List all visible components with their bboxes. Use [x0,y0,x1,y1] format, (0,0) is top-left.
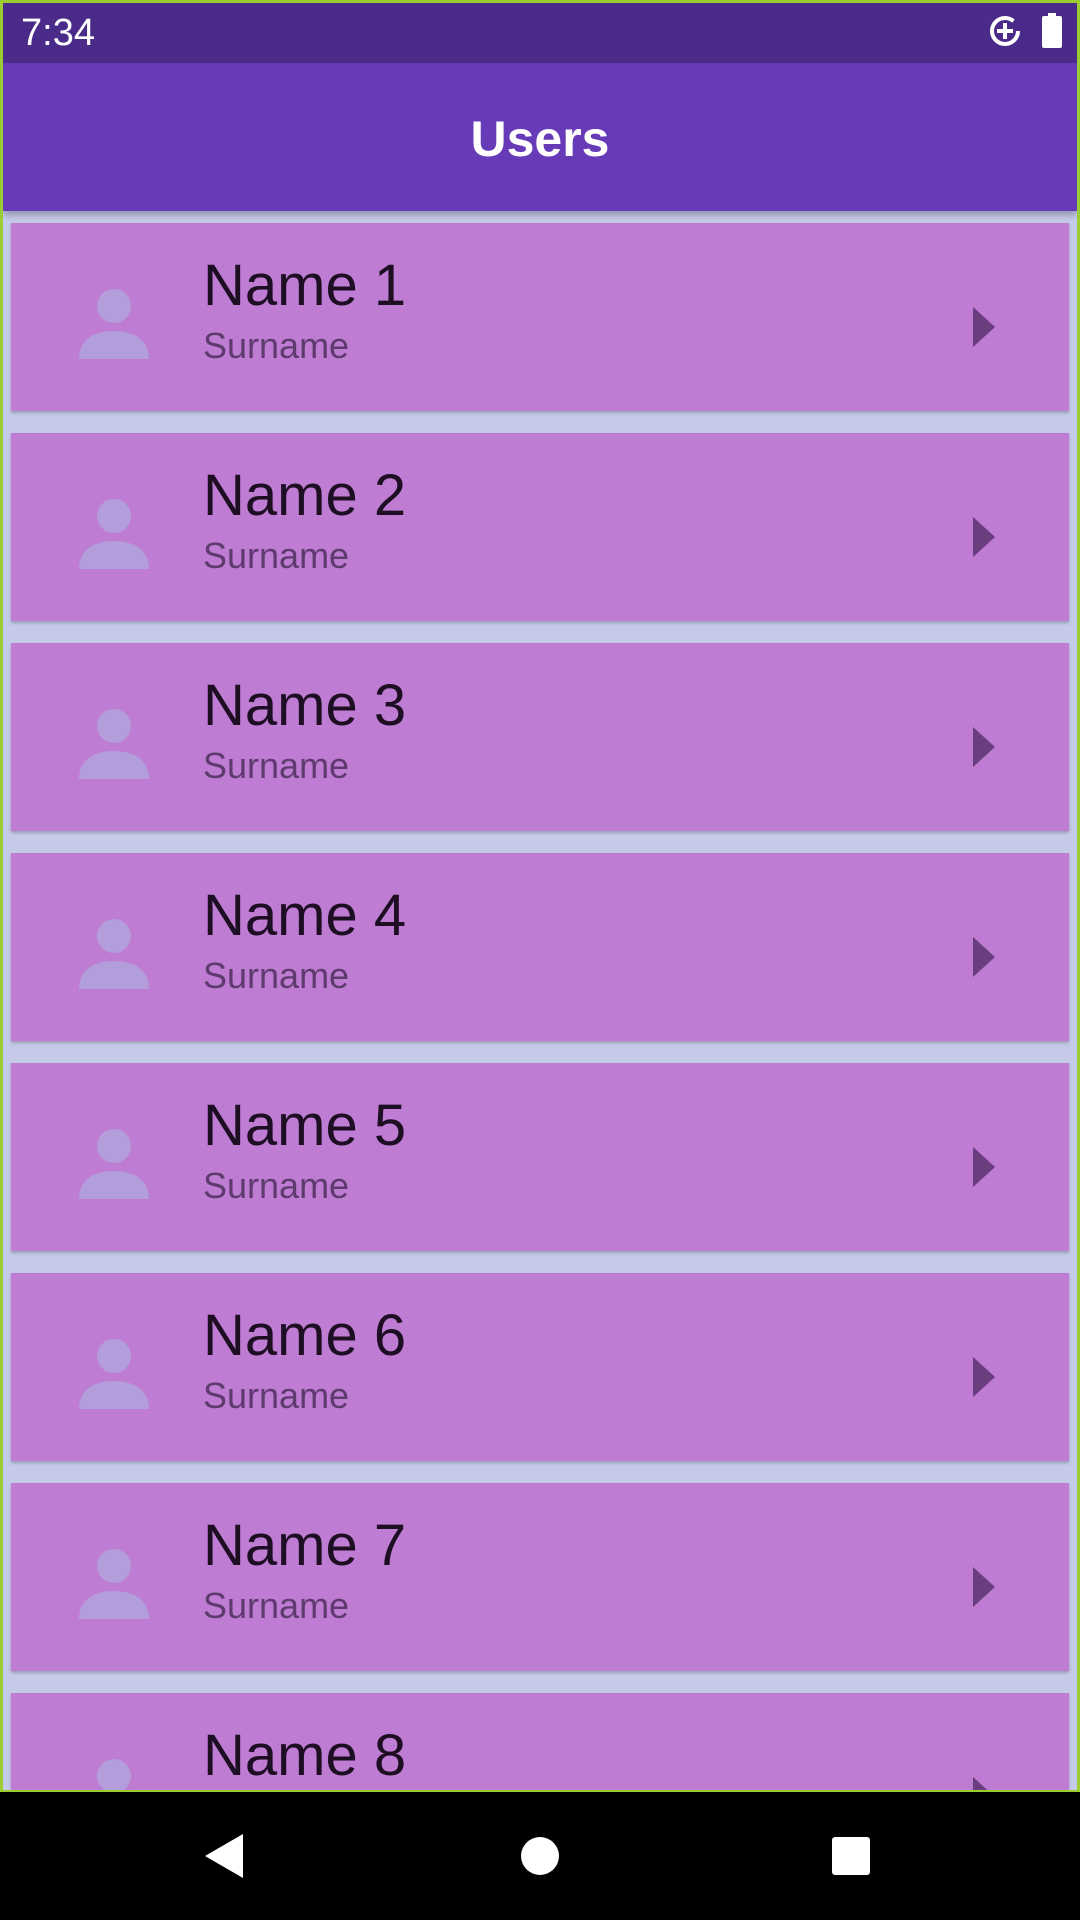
user-name: Name 1 [203,253,407,318]
person-icon [79,289,149,359]
status-bar: 7:34 [3,3,1077,63]
app-area: 7:34 Users Name 1 Surname Name 2 Surname… [0,0,1080,1792]
back-icon [205,1834,243,1878]
back-button[interactable] [197,1828,253,1884]
user-list-item[interactable]: Name 6 Surname [11,1273,1069,1461]
user-name: Name 8 [203,1723,407,1788]
chevron-right-icon[interactable] [971,725,997,769]
person-icon [79,1129,149,1199]
user-name: Name 3 [203,673,407,738]
person-icon [79,709,149,779]
user-name: Name 6 [203,1303,407,1368]
chevron-right-icon[interactable] [971,1145,997,1189]
data-saver-icon [987,13,1023,54]
user-name: Name 7 [203,1513,407,1578]
user-surname: Surname [203,745,350,786]
user-name: Name 2 [203,463,407,528]
navigation-bar [0,1792,1080,1920]
user-surname: Surname [203,1165,350,1206]
user-list-item[interactable]: Name 5 Surname [11,1063,1069,1251]
person-icon [97,1759,131,1790]
user-list-item[interactable]: Name 4 Surname [11,853,1069,1041]
user-surname: Surname [203,535,350,576]
user-name: Name 4 [203,883,407,948]
recents-button[interactable] [823,1828,879,1884]
person-icon [79,919,149,989]
home-button[interactable] [512,1828,568,1884]
chevron-right-icon[interactable] [971,1775,997,1792]
user-list-item[interactable]: Name 2 Surname [11,433,1069,621]
user-surname: Surname [203,955,350,996]
chevron-right-icon[interactable] [971,935,997,979]
user-list[interactable]: Name 1 Surname Name 2 Surname Name 3 Surname N… [3,211,1077,1792]
user-list-item[interactable]: Name 8Surname [11,1693,1069,1792]
status-time: 7:34 [21,12,95,54]
person-icon [79,499,149,569]
home-icon [521,1837,559,1875]
chevron-right-icon[interactable] [971,1565,997,1609]
status-icons [987,12,1063,54]
user-surname: Surname [203,1585,350,1626]
user-list-item[interactable]: Name 1 Surname [11,223,1069,411]
user-surname: Surname [203,325,350,366]
phone-screen: 7:34 Users Name 1 Surname Name 2 Surname… [0,0,1080,1920]
app-bar: Users [3,63,1077,211]
user-name: Name 5 [203,1093,407,1158]
battery-icon [1041,12,1063,54]
user-surname: Surname [203,1375,350,1416]
person-icon [79,1549,149,1619]
user-list-item[interactable]: Name 3 Surname [11,643,1069,831]
recents-icon [832,1837,870,1875]
chevron-right-icon[interactable] [971,305,997,349]
user-list-item[interactable]: Name 7 Surname [11,1483,1069,1671]
chevron-right-icon[interactable] [971,515,997,559]
chevron-right-icon[interactable] [971,1355,997,1399]
page-title: Users [470,111,610,167]
person-icon [79,1339,149,1409]
